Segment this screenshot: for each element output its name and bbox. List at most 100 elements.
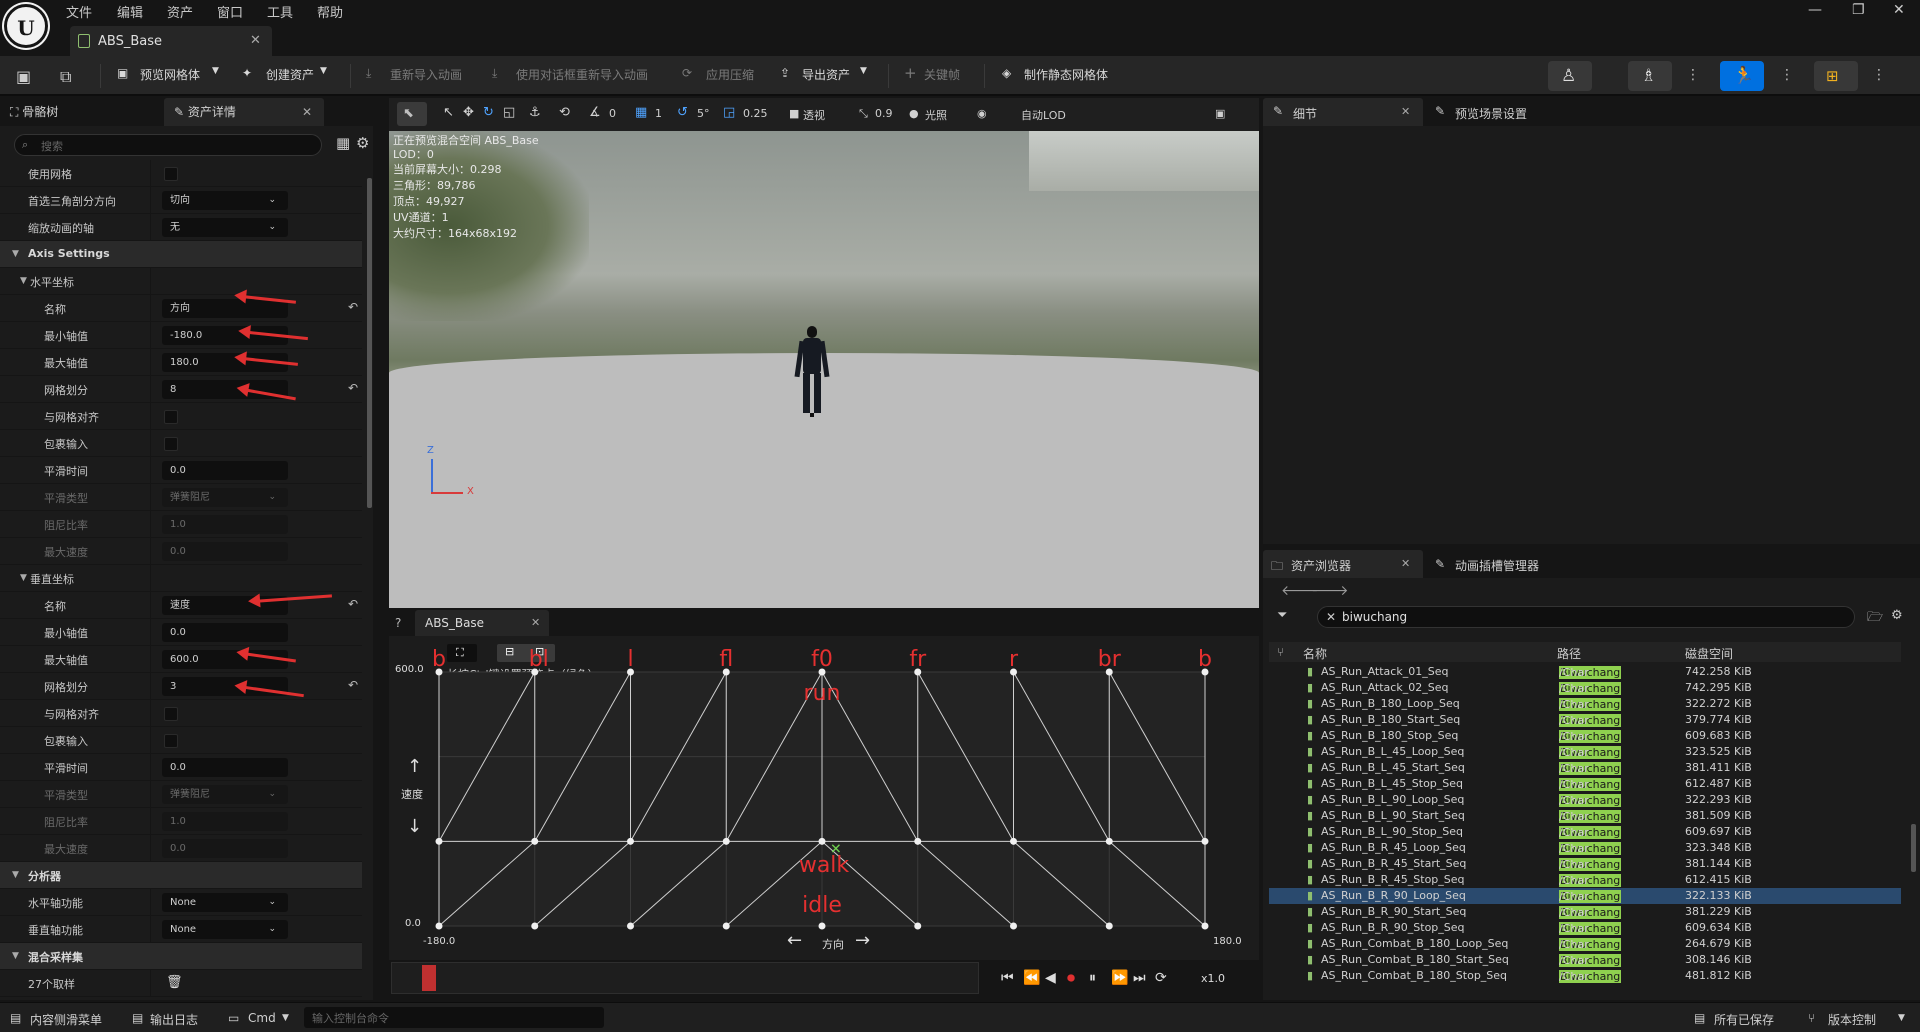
grid-snap-icon[interactable]: ▦ — [635, 105, 647, 120]
sample-point[interactable] — [531, 922, 539, 930]
record-icon[interactable]: ⏺ — [1067, 968, 1075, 988]
property-checkbox[interactable] — [164, 167, 178, 181]
tab-asset-browser[interactable]: 🗀 资产浏览器 ✕ — [1263, 550, 1423, 578]
asset-row[interactable]: ▮AS_Run_B_R_90_Stop_Seq/Game/Biwuchang/C… — [1269, 920, 1901, 936]
property-value-input[interactable]: 1.0 — [162, 812, 288, 831]
property-checkbox[interactable] — [164, 707, 178, 721]
playback-speed[interactable]: x1.0 — [1201, 972, 1225, 985]
rotation-snap-icon[interactable]: ↺ — [677, 105, 688, 120]
asset-row[interactable]: ▮AS_Run_B_L_90_Stop_Seq/Game/Biwuchang/C… — [1269, 824, 1901, 840]
coordinate-icon[interactable]: ⚓ — [529, 105, 541, 120]
scrollbar[interactable] — [1911, 824, 1916, 872]
property-row[interactable]: ▼ 水平坐标 — [0, 268, 362, 295]
sample-point[interactable] — [627, 837, 634, 845]
property-value-input[interactable]: 方向 — [162, 299, 288, 318]
scale-snap-value[interactable]: 0.25 — [743, 107, 768, 120]
asset-row[interactable]: ▮AS_Run_Combat_B_180_Start_Seq/Game/Biwu… — [1269, 952, 1901, 968]
property-row[interactable]: ▼ 分析器 — [0, 862, 362, 889]
tab-asset-details[interactable]: ✎ 资产详情 ✕ — [164, 98, 324, 126]
expand-arrow-icon[interactable]: ▼ — [12, 249, 19, 259]
asset-row[interactable]: ▮AS_Run_B_R_45_Start_Seq/Game/Biwuchang/… — [1269, 856, 1901, 872]
make-static-mesh-button[interactable]: 制作静态网格体 — [1024, 66, 1108, 83]
viewport-layout-icon[interactable]: ▣ — [1215, 107, 1225, 120]
menu-edit[interactable]: 编辑 — [117, 2, 143, 21]
forward-arrow-icon[interactable]: 🡒 — [1311, 582, 1349, 599]
reset-to-default-icon[interactable]: ↶ — [348, 300, 358, 314]
preview-mesh-button[interactable]: 预览网格体 — [140, 66, 200, 83]
skip-start-icon[interactable]: ⏮ — [1001, 970, 1014, 986]
property-checkbox[interactable] — [164, 410, 178, 424]
scale-snap-icon[interactable]: ◲ — [723, 105, 735, 120]
sample-point[interactable] — [1201, 922, 1209, 930]
loop-icon[interactable]: ⟳ — [1155, 970, 1167, 986]
document-tab[interactable]: ABS_Base ✕ — [70, 26, 272, 56]
property-select[interactable]: 无 ⌄ — [162, 218, 288, 237]
asset-row[interactable]: ▮AS_Run_Attack_01_Seq/Game/Biwuchang/Cha… — [1269, 664, 1901, 680]
tab-skeleton-tree[interactable]: ⛶ 骨骼树 — [0, 98, 160, 126]
gear-icon[interactable]: ⚙ — [356, 134, 369, 152]
reset-to-default-icon[interactable]: ↶ — [348, 678, 358, 692]
menu-file[interactable]: 文件 — [66, 2, 92, 21]
keyframe-button[interactable]: 关键帧 — [924, 66, 960, 83]
property-value-input[interactable]: 0.0 — [162, 758, 288, 777]
minimize-icon[interactable]: — — [1808, 2, 1822, 18]
animation-mode-button[interactable]: 🏃 — [1720, 61, 1764, 91]
skip-end-icon[interactable]: ⏭ — [1133, 970, 1146, 986]
property-value-input[interactable]: 3 — [162, 677, 288, 696]
play-reverse-icon[interactable]: ◀ — [1045, 970, 1056, 986]
output-log-button[interactable]: 输出日志 — [150, 1011, 198, 1028]
skeleton-mode-button[interactable]: ♙ — [1548, 61, 1592, 91]
angle-snap-value[interactable]: 0 — [609, 107, 616, 120]
asset-row[interactable]: ▮AS_Run_B_L_45_Stop_Seq/Game/Biwuchang/C… — [1269, 776, 1901, 792]
all-saved-button[interactable]: 所有已保存 — [1714, 1011, 1774, 1028]
reimport-button[interactable]: 重新导入动画 — [390, 66, 462, 83]
console-input[interactable]: 输入控制台命令 — [304, 1007, 604, 1028]
property-checkbox[interactable] — [164, 437, 178, 451]
asset-row[interactable]: ▮AS_Run_B_R_90_Loop_Seq/Game/Biwuchang/C… — [1269, 888, 1901, 904]
expand-arrow-icon[interactable]: ▼ — [20, 276, 27, 286]
asset-row[interactable]: ▮AS_Run_B_L_45_Start_Seq/Game/Biwuchang/… — [1269, 760, 1901, 776]
gear-icon[interactable]: ⚙ — [1891, 608, 1903, 623]
asset-row[interactable]: ▮AS_Run_B_R_45_Loop_Seq/Game/Biwuchang/C… — [1269, 840, 1901, 856]
perspective-dropdown[interactable]: 透视 — [803, 107, 825, 123]
asset-row[interactable]: ▮AS_Run_B_R_45_Stop_Seq/Game/Biwuchang/C… — [1269, 872, 1901, 888]
sample-point[interactable] — [531, 837, 539, 845]
sample-point[interactable] — [722, 837, 730, 845]
tab-slot-manager[interactable]: ✎ 动画插槽管理器 — [1429, 550, 1629, 578]
unreal-logo[interactable]: U — [4, 4, 48, 48]
rotation-snap-value[interactable]: 5° — [697, 107, 710, 120]
asset-row[interactable]: ▮AS_Run_B_L_45_Loop_Seq/Game/Biwuchang/C… — [1269, 744, 1901, 760]
blend-space-grid[interactable]: ✕b bl l fl f0 fr r br brunwalkidle — [389, 610, 1259, 950]
asset-row[interactable]: ▮AS_Run_B_180_Loop_Seq/Game/Biwuchang/Ch… — [1269, 696, 1901, 712]
grid-snap-value[interactable]: 1 — [655, 107, 662, 120]
expand-arrow-icon[interactable]: ▼ — [12, 951, 19, 961]
sample-point[interactable] — [818, 922, 826, 930]
sample-point[interactable] — [914, 922, 922, 930]
cmd-dropdown[interactable]: Cmd — [248, 1011, 276, 1025]
property-row[interactable]: ▼ Axis Settings — [0, 241, 362, 268]
expand-arrow-icon[interactable]: ▼ — [20, 573, 27, 583]
select-mode-button[interactable]: ⬉ — [397, 102, 427, 126]
more-icon[interactable]: ⋮ — [1872, 67, 1886, 83]
pause-icon[interactable]: ⏸ — [1089, 970, 1096, 986]
folder-icon[interactable]: 🗁 — [1867, 608, 1883, 630]
sample-point[interactable] — [1010, 837, 1017, 845]
asset-row[interactable]: ▮AS_Run_B_180_Start_Seq/Game/Biwuchang/C… — [1269, 712, 1901, 728]
property-value-input[interactable]: 0.0 — [162, 461, 288, 480]
close-icon[interactable]: ✕ — [250, 33, 261, 48]
trash-icon[interactable]: 🗑 — [166, 975, 183, 990]
asset-row[interactable]: ▮AS_Run_B_R_90_Start_Seq/Game/Biwuchang/… — [1269, 904, 1901, 920]
menu-tools[interactable]: 工具 — [267, 2, 293, 21]
sample-point[interactable] — [1010, 922, 1017, 930]
close-icon[interactable]: ✕ — [1401, 105, 1410, 118]
close-window-icon[interactable]: ✕ — [1893, 2, 1905, 18]
step-back-icon[interactable]: ⏪ — [1023, 970, 1040, 986]
preview-viewport[interactable]: ⬉ ↖ ✥ ↻ ◱ ⚓ ⟲ ∡ 0 ▦ 1 ↺ 5° ◲ 0.25 ■ 透视 ⤡… — [389, 98, 1259, 608]
property-select[interactable]: None ⌄ — [162, 893, 288, 912]
reset-to-default-icon[interactable]: ↶ — [348, 381, 358, 395]
property-value-input[interactable]: 0.0 — [162, 623, 288, 642]
timeline-scrubber[interactable] — [422, 965, 436, 991]
grid-view-icon[interactable]: ▦ — [336, 134, 350, 152]
details-search-input[interactable]: ⌕ 搜索 — [14, 134, 322, 156]
reset-to-default-icon[interactable]: ↶ — [348, 597, 358, 611]
